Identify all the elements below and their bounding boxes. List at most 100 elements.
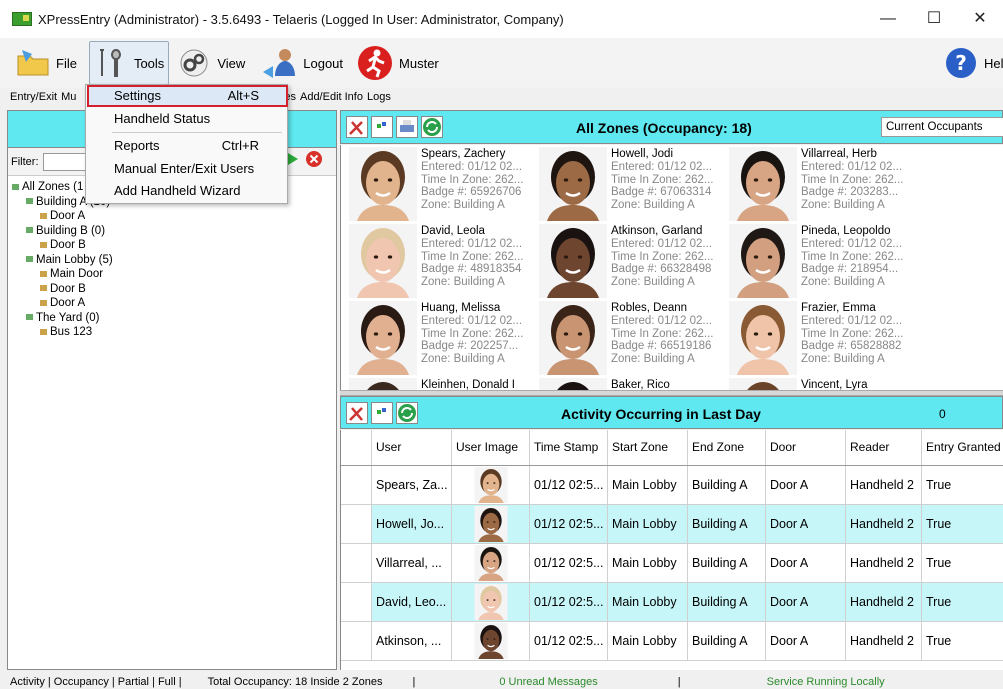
occupant-badge: Badge #: 65926706	[421, 186, 522, 199]
occupant-zone: Zone: Building A	[421, 199, 505, 212]
tree-node[interactable]: The Yard (0)	[8, 311, 336, 326]
clear-filter-icon[interactable]	[305, 150, 323, 168]
logout-button[interactable]: Logout	[257, 41, 347, 85]
row-selector-header	[341, 430, 371, 465]
column-header[interactable]: User	[371, 430, 451, 465]
occupant-badge: Badge #: 67063314	[611, 186, 712, 199]
cell-granted: True	[921, 544, 1003, 582]
table-row[interactable]: Villarreal, ... 01/12 02:5... Main Lobby Bu…	[341, 544, 1003, 583]
table-row[interactable]: Howell, Jo... 01/12 02:5... Main Lobby Buil…	[341, 505, 1003, 544]
tree-node-label: Door A	[50, 210, 86, 222]
muster-icon	[358, 46, 393, 80]
occupant-card[interactable]: Baker, Rico	[531, 376, 721, 390]
tree-node-label: Main Lobby (5)	[36, 253, 113, 266]
occupant-card[interactable]: Huang, Melissa Entered: 01/12 02... Time I…	[341, 299, 531, 377]
settings-shortcut: Alt+S	[227, 88, 259, 103]
muster-button[interactable]: Muster	[353, 41, 443, 85]
occupant-card[interactable]: Pineda, Leopoldo Entered: 01/12 02... Time…	[721, 222, 911, 300]
occupant-card[interactable]: Villarreal, Herb Entered: 01/12 02... Time…	[721, 145, 911, 223]
activity-settings-button[interactable]	[346, 402, 368, 424]
print-button[interactable]	[396, 116, 418, 138]
status-messages[interactable]: 0 Unread Messages	[499, 675, 597, 689]
help-button[interactable]: ? Hel	[940, 41, 1003, 85]
occupant-card[interactable]: Frazier, Emma Entered: 01/12 02... Time In…	[721, 299, 911, 377]
tab-entry-exit[interactable]: Entry/Exit	[10, 91, 57, 103]
app-icon	[12, 12, 32, 26]
column-header[interactable]: Start Zone	[607, 430, 687, 465]
status-tabs[interactable]: Activity | Occupancy | Partial | Full |	[10, 675, 182, 689]
column-header[interactable]: Entry Granted	[921, 430, 1003, 465]
column-header[interactable]: Door	[765, 430, 845, 465]
occupant-photo	[729, 147, 797, 221]
occupant-entered: Entered: 01/12 02...	[421, 160, 523, 173]
table-row[interactable]: Atkinson, ... 01/12 02:5... Main Lobby Buil…	[341, 622, 1003, 661]
door-icon	[40, 285, 47, 292]
activity-title: Activity Occurring in Last Day	[561, 406, 761, 422]
occupant-card[interactable]: Kleinhen, Donald I	[341, 376, 531, 390]
tab-add-edit-info[interactable]: Add/Edit Info	[300, 91, 363, 103]
row-selector[interactable]	[341, 466, 371, 504]
file-button[interactable]: File	[12, 41, 81, 85]
table-row[interactable]: David, Leo... 01/12 02:5... Main Lobby Buil…	[341, 583, 1003, 622]
display-tool-button[interactable]	[371, 116, 393, 138]
reports-shortcut: Ctrl+R	[221, 138, 259, 153]
column-header[interactable]: Reader	[845, 430, 921, 465]
tree-node[interactable]: Door A	[8, 296, 336, 311]
cell-granted: True	[921, 505, 1003, 543]
occupant-badge: Badge #: 202257...	[421, 340, 519, 353]
menu-item-add-handheld-wizard[interactable]: Add Handheld Wizard	[114, 181, 240, 201]
activity-display-button[interactable]	[371, 402, 393, 424]
table-row[interactable]: Spears, Za... 01/12 02:5... Main Lobby Buil…	[341, 466, 1003, 505]
tree-node[interactable]: Bus 123	[8, 325, 336, 340]
minimize-button[interactable]: —	[865, 0, 911, 38]
tree-node[interactable]: Main Door	[8, 267, 336, 282]
zone-icon	[26, 256, 33, 263]
row-selector[interactable]	[341, 505, 371, 543]
svg-text:?: ?	[955, 51, 967, 75]
tree-node[interactable]: Door A	[8, 209, 336, 224]
tab-muster[interactable]: Mu	[61, 91, 76, 103]
occupant-entered: Entered: 01/12 02...	[801, 160, 903, 173]
settings-tool-button[interactable]	[346, 116, 368, 138]
view-button[interactable]: View	[173, 41, 249, 85]
tools-button[interactable]: Tools	[88, 41, 170, 85]
row-selector[interactable]	[341, 622, 371, 660]
maximize-button[interactable]: ☐	[911, 0, 957, 38]
cell-end: Building A	[687, 583, 765, 621]
occupant-time: Time In Zone: 262...	[611, 250, 714, 263]
occupant-photo	[539, 301, 607, 375]
tree-node[interactable]: Door B	[8, 238, 336, 253]
play-icon[interactable]	[286, 152, 300, 166]
row-selector[interactable]	[341, 544, 371, 582]
tree-node[interactable]: Main Lobby (5)	[8, 253, 336, 268]
refresh-button[interactable]	[421, 116, 443, 138]
occupant-card[interactable]: Howell, Jodi Entered: 01/12 02... Time In …	[531, 145, 721, 223]
column-header[interactable]: End Zone	[687, 430, 765, 465]
cell-end: Building A	[687, 622, 765, 660]
row-selector[interactable]	[341, 583, 371, 621]
occupant-card[interactable]: Spears, Zachery Entered: 01/12 02... Time …	[341, 145, 531, 223]
tree-node[interactable]: Door B	[8, 282, 336, 297]
occupant-name: Atkinson, Garland	[611, 225, 703, 237]
menu-item-reports[interactable]: Reports	[114, 136, 160, 156]
menu-item-handheld-status[interactable]: Handheld Status	[114, 109, 210, 129]
occupant-entered: Entered: 01/12 02...	[421, 237, 523, 250]
occupant-card[interactable]: Robles, Deann Entered: 01/12 02... Time In…	[531, 299, 721, 377]
column-header[interactable]: User Image	[451, 430, 529, 465]
cell-time: 01/12 02:5...	[529, 544, 607, 582]
occupant-card[interactable]: Vincent, Lyra	[721, 376, 911, 390]
tab-logs[interactable]: Logs	[367, 91, 391, 103]
menu-item-manual-enter-exit[interactable]: Manual Enter/Exit Users	[114, 159, 254, 179]
activity-refresh-button[interactable]	[396, 402, 418, 424]
occupants-dropdown[interactable]: Current Occupants	[881, 117, 1003, 137]
menu-item-settings[interactable]: Settings	[114, 86, 161, 106]
badge-icon	[377, 122, 386, 128]
tree-node[interactable]: Building B (0)	[8, 224, 336, 239]
occupant-card[interactable]: David, Leola Entered: 01/12 02... Time In …	[341, 222, 531, 300]
close-button[interactable]: ✕	[957, 0, 1003, 38]
cell-granted: True	[921, 466, 1003, 504]
occupant-card[interactable]: Atkinson, Garland Entered: 01/12 02... Tim…	[531, 222, 721, 300]
badge-icon	[377, 408, 386, 414]
occupant-photo	[539, 224, 607, 298]
column-header[interactable]: Time Stamp	[529, 430, 607, 465]
